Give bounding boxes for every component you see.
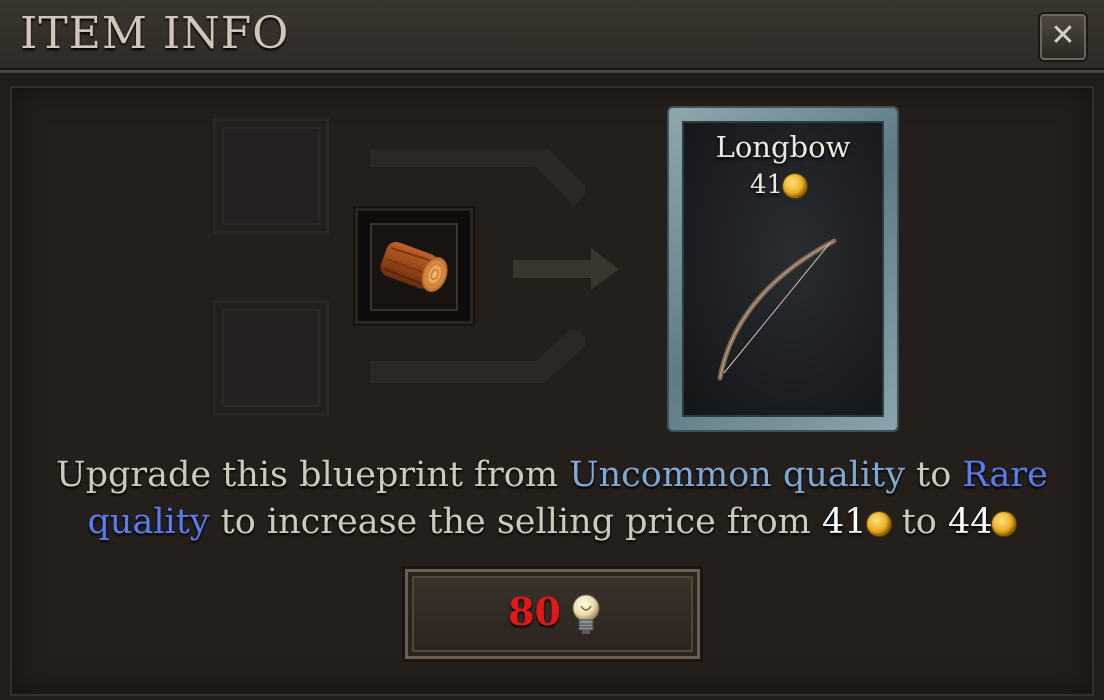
- wood-log-icon: [380, 241, 448, 292]
- ingredient-slot[interactable]: [355, 208, 473, 324]
- result-card-inner: [682, 121, 884, 417]
- longbow-icon: [717, 238, 837, 381]
- desc-text-1: Upgrade this blueprint from: [56, 455, 570, 495]
- desc-text-4: to: [890, 502, 948, 542]
- window-title: ITEM INFO: [20, 8, 290, 59]
- close-button[interactable]: ✕: [1040, 14, 1086, 60]
- upgrade-button[interactable]: 80: [405, 569, 700, 659]
- close-icon: ✕: [1050, 18, 1076, 53]
- empty-ingredient-slot-bottom: [213, 300, 329, 416]
- gold-coin-icon: [992, 511, 1017, 536]
- title-bar: ITEM INFO ✕: [0, 0, 1104, 73]
- ghost-arrow-bottom: [370, 330, 585, 383]
- result-item-price: 41: [750, 170, 808, 200]
- gold-coin-icon: [783, 174, 808, 198]
- upgrade-cost: 80: [508, 589, 561, 634]
- item-info-window: ITEM INFO ✕ Longbow 41 Upgrade this blue…: [0, 0, 1104, 700]
- upgrade-description: Upgrade this blueprint from Uncommon qua…: [0, 452, 1104, 546]
- result-item-card[interactable]: Longbow: [669, 108, 897, 430]
- from-price: 41: [822, 502, 867, 542]
- result-price-value: 41: [750, 170, 784, 200]
- result-item-name: Longbow: [715, 130, 851, 164]
- craft-arrow-icon: [513, 248, 619, 290]
- to-price: 44: [947, 502, 993, 542]
- ghost-arrow-top: [370, 150, 585, 206]
- empty-ingredient-slot-top: [213, 118, 329, 234]
- from-quality: Uncommon quality: [569, 455, 906, 495]
- lightbulb-icon: [572, 594, 600, 634]
- desc-text-3: to increase the selling price from: [209, 502, 822, 542]
- desc-text-2: to: [905, 455, 963, 495]
- gold-coin-icon: [866, 511, 891, 536]
- ingredient-slot-frame: [370, 223, 458, 311]
